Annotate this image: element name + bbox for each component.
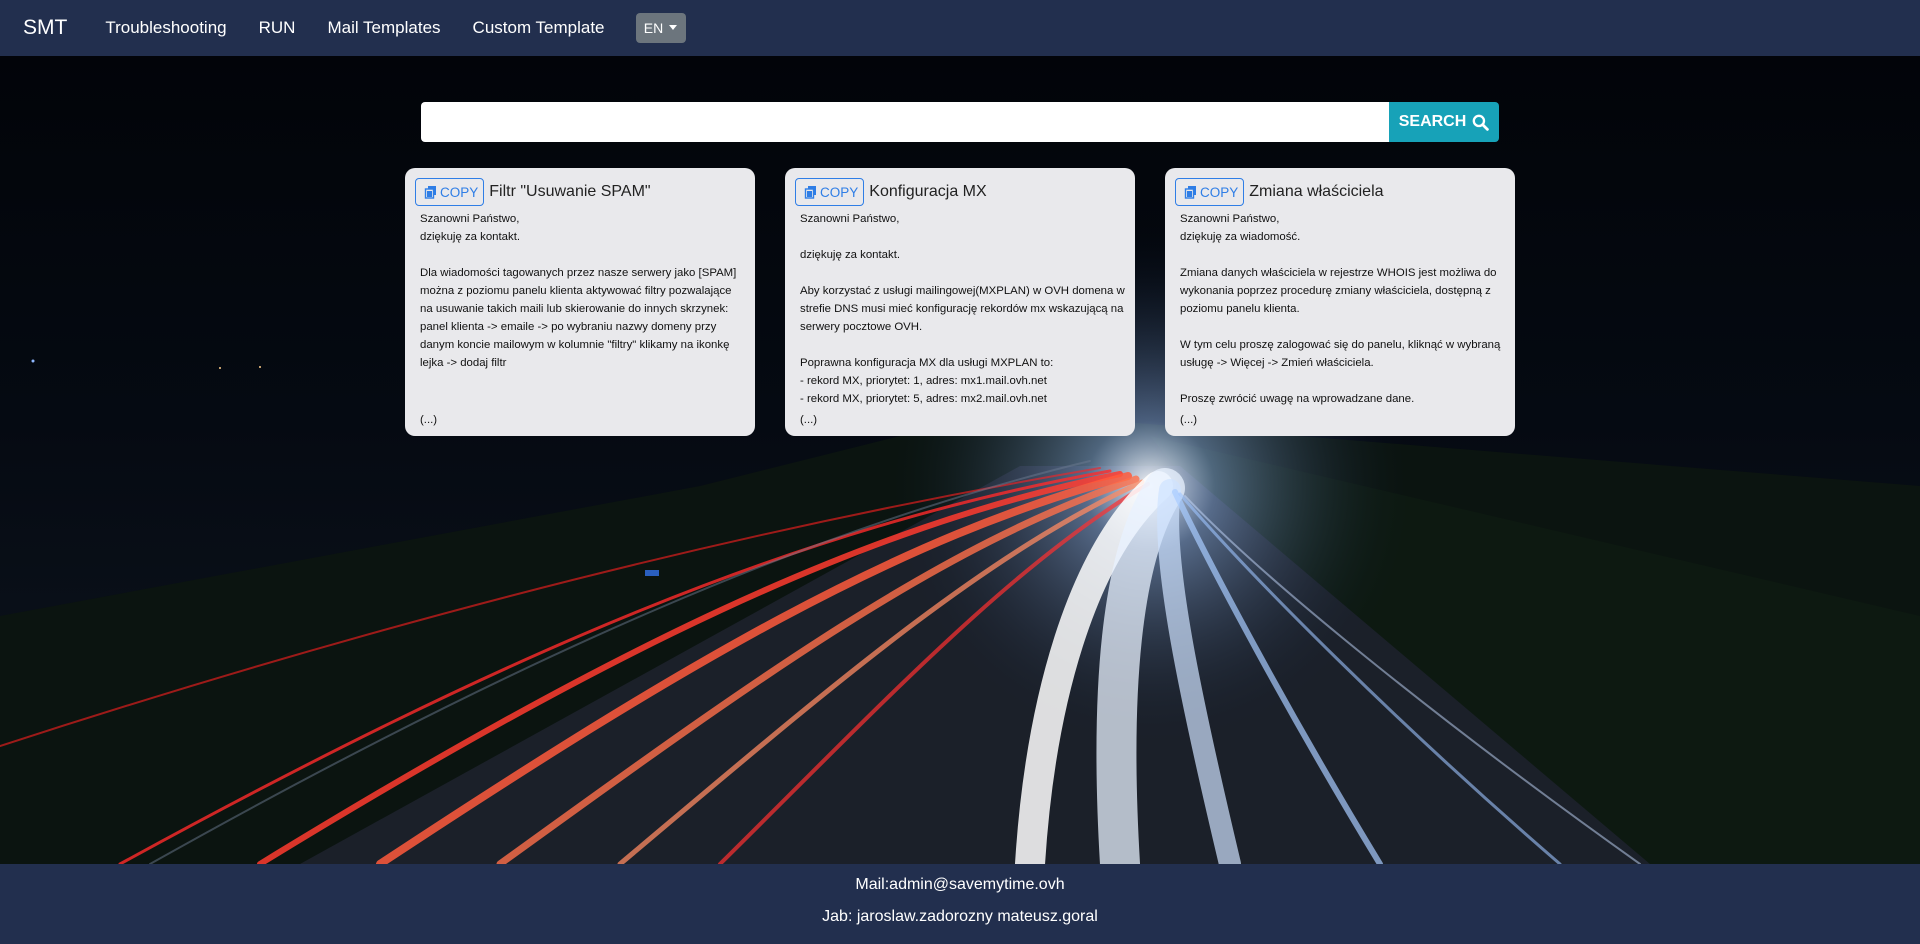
copy-button-label: COPY (1200, 184, 1239, 200)
copy-button[interactable]: COPY (795, 178, 865, 206)
footer-mail: Mail:admin@savemytime.ovh (855, 876, 1065, 893)
search-input[interactable] (421, 102, 1389, 142)
nav-link-troubleshooting[interactable]: Troubleshooting (105, 18, 226, 38)
nav-link-run[interactable]: RUN (259, 18, 296, 38)
card-title: Konfiguracja MX (869, 183, 987, 200)
copy-button[interactable]: COPY (1175, 178, 1245, 206)
copy-icon (1184, 186, 1196, 199)
language-dropdown-button[interactable]: EN (635, 12, 686, 43)
card-ellipsis: (...) (800, 414, 818, 426)
copy-button-label: COPY (440, 184, 479, 200)
chevron-down-icon (669, 25, 678, 30)
card-body-text: Szanowni Państwo, dziękuję za wiadomość.… (1180, 213, 1501, 405)
copy-icon (804, 186, 816, 199)
card-title: Filtr "Usuwanie SPAM" (489, 183, 651, 200)
card-title: Zmiana właściciela (1249, 183, 1384, 200)
language-label: EN (643, 19, 664, 36)
top-navbar: SMT Troubleshooting RUN Mail Templates C… (0, 0, 1920, 56)
card-ellipsis: (...) (1180, 414, 1198, 426)
copy-button-label: COPY (820, 184, 859, 200)
nav-link-mail-templates[interactable]: Mail Templates (327, 18, 440, 38)
copy-button[interactable]: COPY (415, 178, 485, 206)
template-card-konfiguracja-mx: COPY Konfiguracja MX Szanowni Państwo, d… (785, 168, 1135, 436)
search-bar: SEARCH (421, 102, 1499, 142)
footer-jab: Jab: jaroslaw.zadorozny mateusz.goral (822, 908, 1098, 925)
search-button-label: SEARCH (1398, 113, 1467, 130)
nav-link-custom-template[interactable]: Custom Template (473, 18, 605, 38)
footer: Mail:admin@savemytime.ovh Jab: jaroslaw.… (0, 864, 1920, 944)
search-button[interactable]: SEARCH (1389, 102, 1499, 142)
card-body-text: Szanowni Państwo, dziękuję za kontakt. A… (800, 213, 1125, 405)
template-card-filtr-spam: COPY Filtr "Usuwanie SPAM" Szanowni Pańs… (405, 168, 755, 436)
search-icon (1472, 114, 1490, 131)
template-card-zmiana-wlasciciela: COPY Zmiana właściciela Szanowni Państwo… (1165, 168, 1515, 436)
card-body-text: Szanowni Państwo, dziękuję za kontakt. D… (420, 213, 737, 369)
card-ellipsis: (...) (420, 414, 438, 426)
brand-logo[interactable]: SMT (23, 16, 67, 40)
copy-icon (424, 186, 436, 199)
